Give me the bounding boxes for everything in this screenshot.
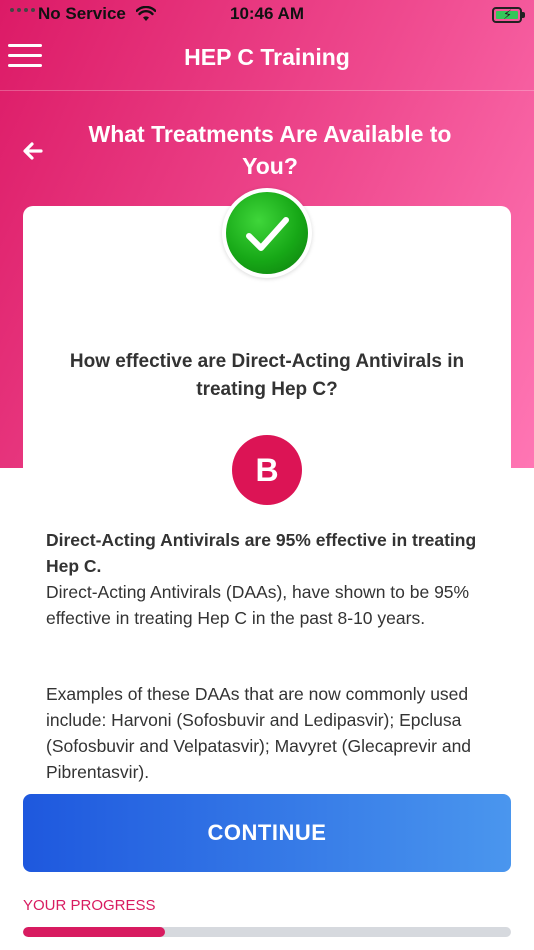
answer-letter-badge: B	[232, 435, 302, 505]
examples-text: Examples of these DAAs that are now comm…	[46, 684, 472, 782]
answer-body: Direct-Acting Antivirals (DAAs), have sh…	[46, 582, 470, 628]
status-bar: No Service 10:46 AM ⚡	[0, 0, 534, 30]
arrow-left-icon[interactable]	[20, 138, 46, 164]
question-text: How effective are Direct-Acting Antivira…	[69, 351, 465, 400]
app-title: HEP C Training	[184, 44, 350, 70]
progress-bar	[23, 927, 511, 937]
answer-explanation: Direct-Acting Antivirals are 95% effecti…	[46, 527, 496, 631]
lesson-title: What Treatments Are Available to You?	[88, 121, 452, 179]
progress-fill	[23, 927, 165, 937]
progress-label: YOUR PROGRESS	[23, 897, 156, 914]
answer-heading: Direct-Acting Antivirals are 95% effecti…	[46, 530, 477, 576]
status-time: 10:46 AM	[229, 4, 304, 23]
checkmark-icon	[222, 188, 312, 278]
continue-button[interactable]: CONTINUE	[23, 794, 511, 872]
nav-divider	[0, 90, 534, 91]
battery-icon: ⚡	[492, 7, 525, 23]
